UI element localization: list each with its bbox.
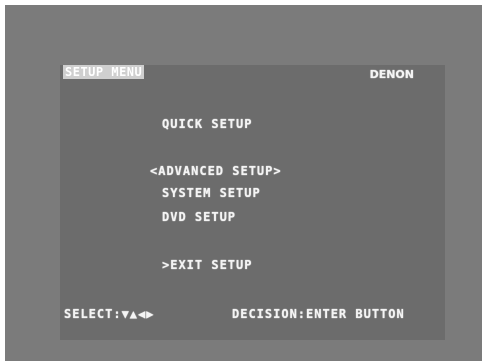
menu-item-dvd-setup[interactable]: DVD SETUP [162,210,236,224]
menu-item-exit-setup[interactable]: >EXIT SETUP [162,258,252,272]
select-hint: SELECT:▼▲◀▶ [64,307,155,321]
menu-item-system-setup[interactable]: SYSTEM SETUP [162,186,261,200]
menu-title: SETUP MENU [63,65,145,79]
menu-item-quick-setup[interactable]: QUICK SETUP [162,117,252,131]
menu-panel [60,65,445,340]
decision-hint: DECISION:ENTER BUTTON [232,307,405,321]
brand-logo: DENON [369,68,414,81]
menu-item-advanced-setup[interactable]: <ADVANCED SETUP> [150,164,282,178]
